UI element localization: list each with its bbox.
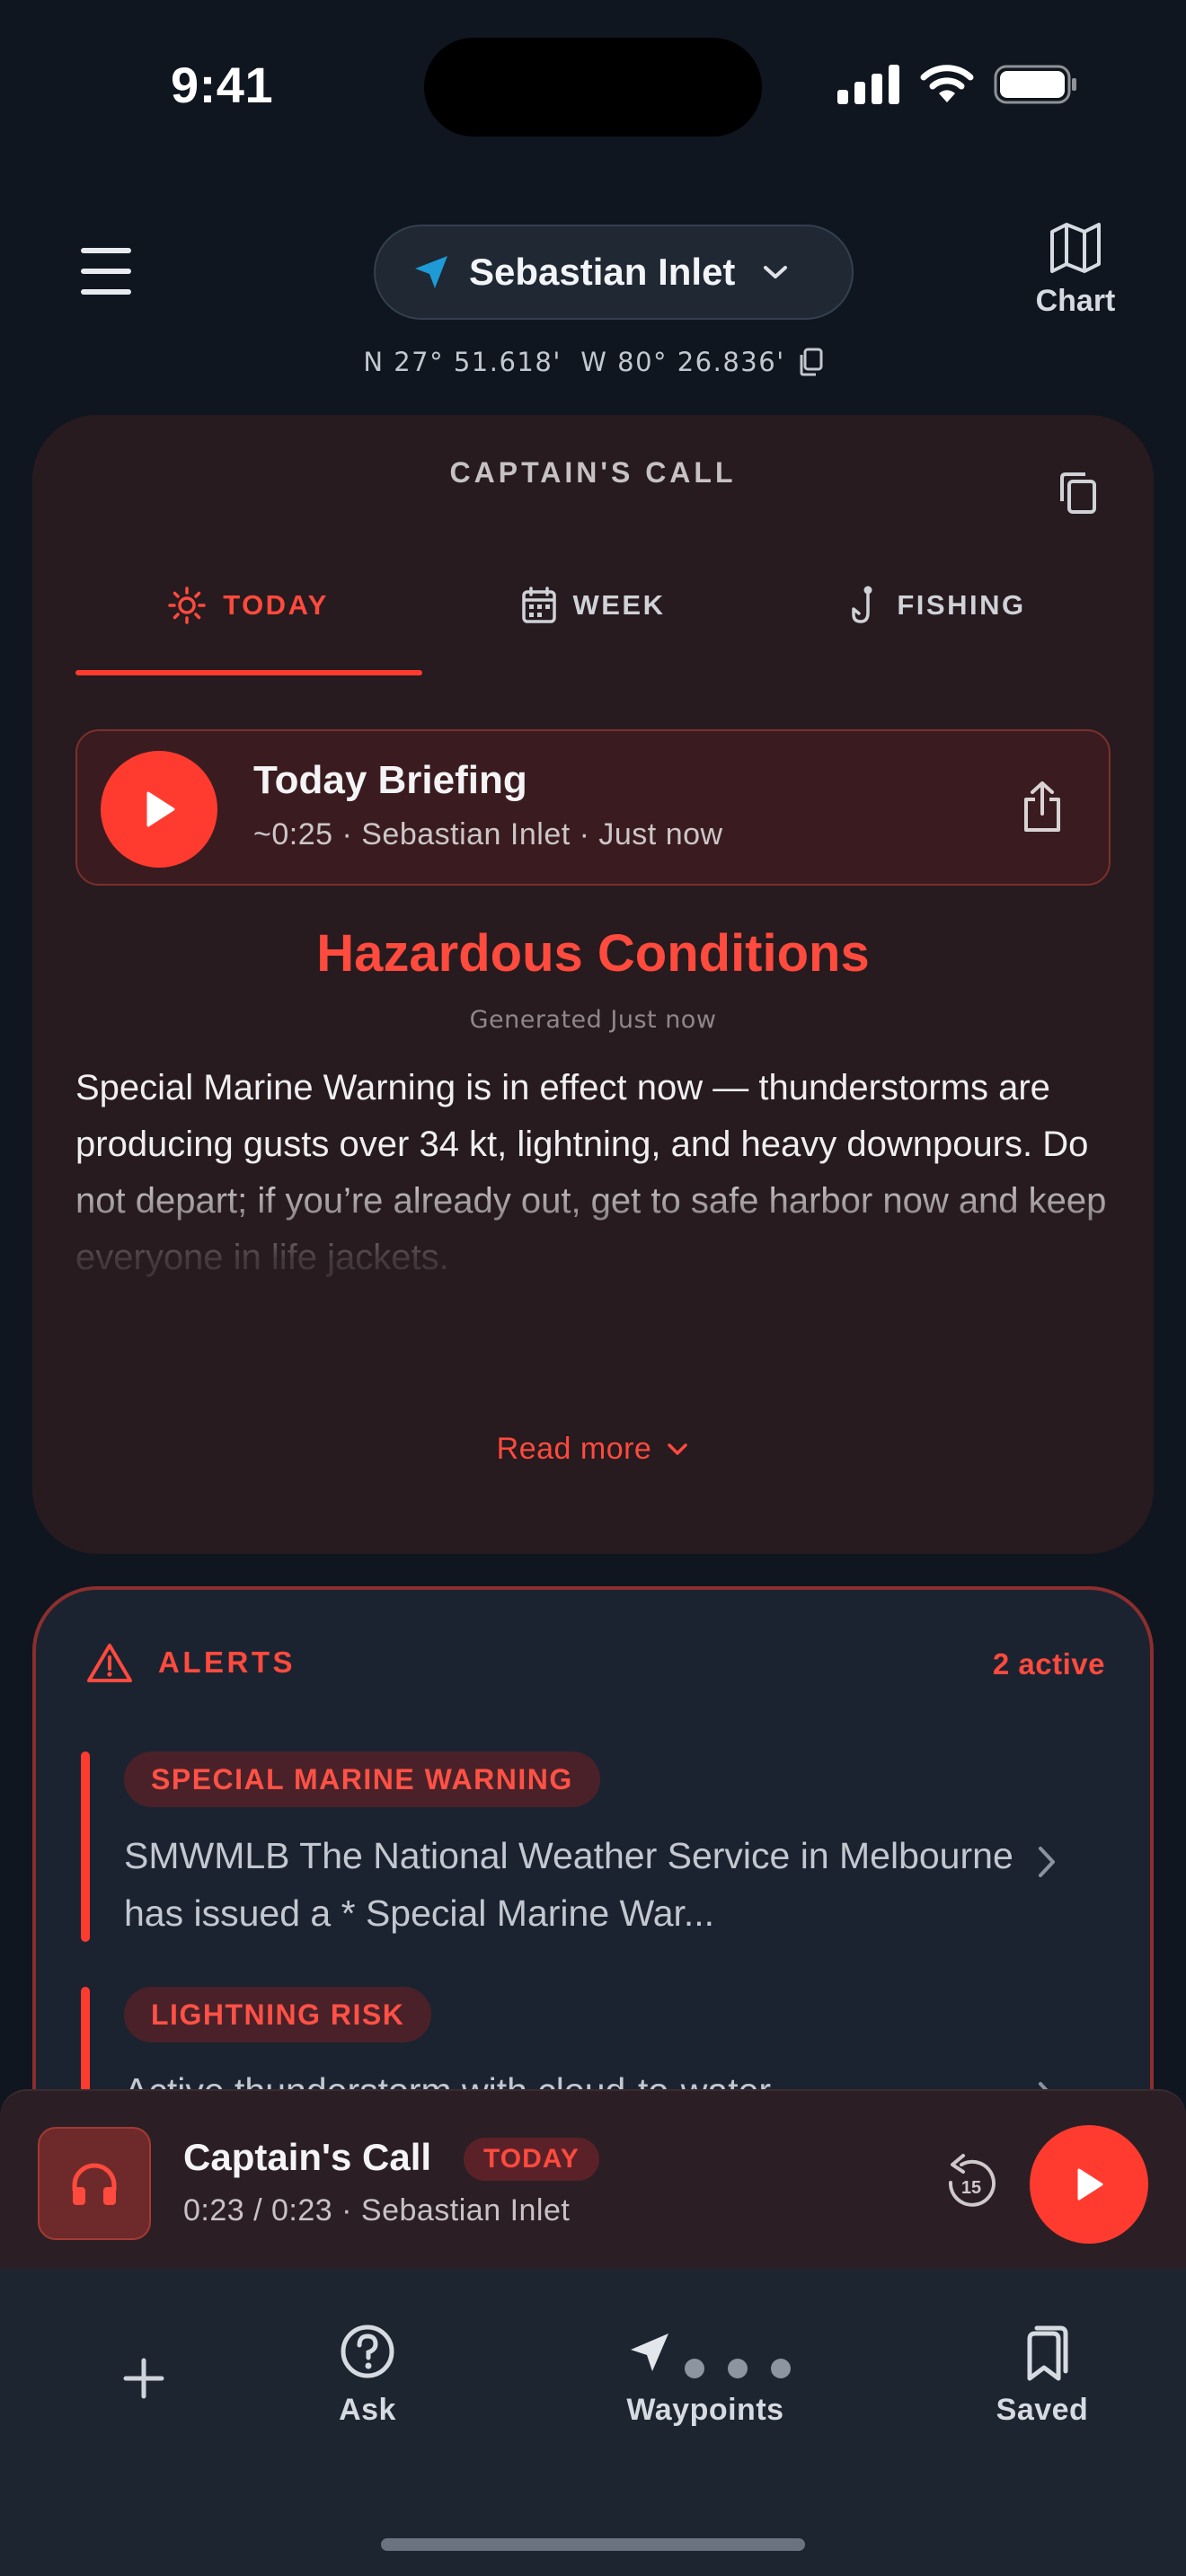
card-title: CAPTAIN'S CALL <box>449 456 737 489</box>
captains-call-card: CAPTAIN'S CALL TODAY WEEK FISHING Today … <box>32 415 1154 1554</box>
tab-week[interactable]: WEEK <box>420 568 766 643</box>
dynamic-island <box>424 38 762 137</box>
nav-ask-label: Ask <box>339 2393 396 2427</box>
generated-timestamp: Generated Just now <box>469 1006 717 1034</box>
read-more-label: Read more <box>496 1432 652 1466</box>
alert-item[interactable]: LIGHTNING RISK Active thunderstorm with … <box>81 1987 1114 2089</box>
status-icons <box>837 65 1078 104</box>
location-name: Sebastian Inlet <box>469 251 736 293</box>
home-indicator <box>381 2538 805 2551</box>
battery-icon <box>994 65 1076 104</box>
play-icon <box>1077 2168 1103 2201</box>
nav-add[interactable] <box>115 2350 173 2407</box>
active-tab-indicator <box>75 670 422 675</box>
hamburger-menu-icon[interactable] <box>79 244 133 298</box>
tab-week-label: WEEK <box>572 589 666 621</box>
briefing-subtitle: ~0:25 · Sebastian Inlet · Just now <box>253 817 723 851</box>
chart-label: Chart <box>1035 284 1116 318</box>
tab-fishing[interactable]: FISHING <box>766 568 1111 643</box>
copy-coordinates-icon[interactable] <box>798 348 823 376</box>
mini-player[interactable]: Captain's Call TODAY 0:23 / 0:23 · Sebas… <box>0 2089 1186 2269</box>
plus-icon <box>123 2358 164 2399</box>
headphones-icon <box>72 2163 117 2205</box>
chart-button[interactable]: Chart <box>1008 221 1143 319</box>
chevron-right-icon <box>1039 2082 1049 2089</box>
nav-saved[interactable]: Saved <box>988 2323 1096 2428</box>
page-dot <box>728 2359 748 2378</box>
page-indicator <box>685 2359 791 2378</box>
alert-text: Active thunderstorm with cloud-to-water <box>124 2062 1022 2089</box>
alert-severity-bar <box>81 1987 90 2089</box>
alert-severity-bar <box>81 1751 90 1942</box>
chevron-right-icon <box>1039 1847 1055 1877</box>
alert-item[interactable]: SPECIAL MARINE WARNING SMWMLB The Nation… <box>81 1751 1114 1960</box>
question-icon <box>341 2325 394 2378</box>
conditions-headline: Hazardous Conditions <box>316 924 870 983</box>
alert-text: SMWMLB The National Weather Service in M… <box>124 1835 1013 1934</box>
fishhook-icon <box>852 586 872 623</box>
tab-fishing-label: FISHING <box>897 589 1026 621</box>
play-icon <box>146 791 175 827</box>
chevron-down-icon <box>764 266 788 278</box>
player-badge: TODAY <box>464 2138 599 2181</box>
tab-today-label: TODAY <box>223 589 329 621</box>
coordinates-text: N 27° 51.618' W 80° 26.836' <box>363 347 785 377</box>
rewind-15-icon[interactable]: 15 <box>943 2152 997 2211</box>
play-briefing-button[interactable] <box>101 751 217 868</box>
status-time: 9:41 <box>171 57 274 113</box>
sun-icon <box>168 587 206 624</box>
coordinates: N 27° 51.618' W 80° 26.836' <box>0 347 1186 377</box>
today-briefing-card[interactable]: Today Briefing ~0:25 · Sebastian Inlet ·… <box>75 729 1111 886</box>
copy-icon[interactable] <box>1058 472 1098 516</box>
wifi-icon <box>920 65 974 102</box>
tabs: TODAY WEEK FISHING <box>75 568 1111 643</box>
player-play-button[interactable] <box>1030 2125 1148 2244</box>
header: Sebastian Inlet Chart <box>0 207 1186 341</box>
page-dot <box>685 2359 704 2378</box>
alerts-count: 2 active <box>992 1647 1105 1681</box>
rewind-seconds: 15 <box>961 2178 981 2198</box>
location-selector[interactable]: Sebastian Inlet <box>374 225 854 320</box>
summary-fade <box>32 1160 1154 1340</box>
bookmarks-icon <box>1027 2325 1068 2381</box>
alerts-card: ALERTS 2 active SPECIAL MARINE WARNING S… <box>32 1586 1154 2089</box>
cellular-signal-icon <box>837 65 899 104</box>
read-more-button[interactable]: Read more <box>32 1432 1154 1467</box>
calendar-icon <box>521 587 556 623</box>
alerts-header: ALERTS <box>86 1642 296 1683</box>
alert-tag: LIGHTNING RISK <box>124 1987 432 2042</box>
status-bar: 9:41 <box>0 0 1186 171</box>
map-icon <box>1050 223 1101 273</box>
share-icon[interactable] <box>1021 780 1064 834</box>
nav-ask[interactable]: Ask <box>327 2323 408 2428</box>
player-subtitle: 0:23 / 0:23 · Sebastian Inlet <box>183 2193 571 2228</box>
player-title: Captain's Call <box>183 2136 432 2178</box>
navigation-arrow-icon <box>631 2333 668 2371</box>
nav-waypoints-label: Waypoints <box>626 2393 784 2427</box>
tab-today[interactable]: TODAY <box>75 568 420 643</box>
player-artwork <box>38 2127 151 2240</box>
bottom-nav: Ask Waypoints Saved <box>0 2269 1186 2576</box>
alerts-label: ALERTS <box>158 1645 296 1679</box>
alert-tag: SPECIAL MARINE WARNING <box>124 1751 600 1807</box>
nav-saved-label: Saved <box>996 2393 1089 2427</box>
briefing-title: Today Briefing <box>253 758 527 802</box>
chevron-down-icon <box>668 1442 688 1455</box>
page-dot <box>771 2359 791 2378</box>
warning-triangle-icon <box>87 1644 132 1682</box>
location-arrow-icon <box>415 256 447 288</box>
